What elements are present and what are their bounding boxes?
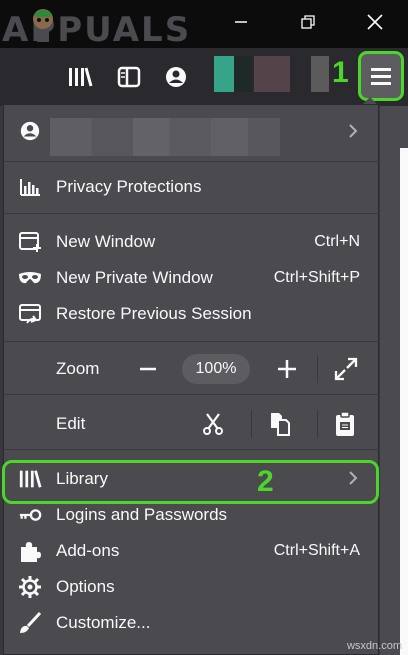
zoom-in-button[interactable]	[276, 357, 298, 386]
addons-item[interactable]: Add-ons Ctrl+Shift+A	[4, 533, 380, 569]
callout-number-1: 1	[332, 56, 349, 89]
privacy-protections-item[interactable]: Privacy Protections	[4, 169, 380, 205]
minus-icon	[140, 367, 156, 371]
gear-icon	[18, 575, 42, 599]
paintbrush-icon	[18, 611, 42, 635]
account-email-redacted	[50, 118, 280, 156]
close-button[interactable]	[352, 0, 398, 44]
shortcut-label: Ctrl+Shift+P	[273, 269, 360, 286]
open-menu-button[interactable]	[358, 51, 404, 101]
new-window-item[interactable]: New Window Ctrl+N	[4, 224, 380, 260]
restore-icon	[301, 15, 315, 29]
chart-icon	[18, 175, 42, 199]
addons-label: Add-ons	[56, 541, 120, 560]
fullscreen-icon	[334, 357, 358, 381]
shortcut-label: Ctrl+N	[314, 233, 360, 250]
cut-button[interactable]	[202, 412, 224, 441]
private-mask-icon	[18, 266, 42, 290]
shortcut-label: Ctrl+Shift+A	[273, 542, 360, 559]
extension-swatch	[234, 56, 252, 92]
paste-button[interactable]	[334, 411, 356, 442]
restore-session-label: Restore Previous Session	[56, 304, 252, 323]
puzzle-piece-icon	[18, 539, 42, 563]
clipboard-icon	[336, 411, 354, 436]
key-icon	[18, 503, 42, 527]
minimize-icon	[235, 21, 247, 23]
zoom-reset-button[interactable]: 100%	[182, 354, 250, 384]
hamburger-menu-icon	[371, 68, 391, 85]
customize-item[interactable]: Customize...	[4, 605, 380, 641]
new-private-window-label: New Private Window	[56, 268, 213, 287]
logins-passwords-label: Logins and Passwords	[56, 505, 228, 524]
restore-session-item[interactable]: Restore Previous Session	[4, 296, 380, 332]
sidebar-icon	[117, 66, 141, 88]
sidebar-button[interactable]	[115, 63, 143, 91]
close-icon	[367, 14, 383, 30]
account-icon	[18, 119, 42, 143]
options-highlight-annotation	[2, 460, 379, 504]
library-icon	[69, 67, 93, 87]
zoom-row: Zoom 100%	[4, 351, 380, 387]
zoom-out-button[interactable]	[138, 357, 158, 386]
page-scrollbar[interactable]	[380, 106, 408, 655]
copy-icon	[271, 413, 290, 436]
edit-row: Edit	[4, 406, 380, 442]
app-menu-panel: Privacy Protections New Window Ctrl+N Ne…	[3, 104, 380, 655]
customize-label: Customize...	[56, 613, 151, 632]
fullscreen-button[interactable]	[334, 357, 358, 386]
extension-swatch[interactable]	[254, 56, 290, 92]
callout-number-2: 2	[257, 465, 274, 498]
zoom-label: Zoom	[56, 359, 100, 378]
options-label: Options	[56, 577, 115, 596]
restore-session-icon	[18, 302, 42, 326]
extension-swatch[interactable]	[214, 56, 234, 92]
restore-button[interactable]	[285, 0, 331, 44]
account-icon	[166, 67, 186, 87]
account-button[interactable]	[162, 63, 190, 91]
options-item[interactable]: Options	[4, 569, 380, 605]
library-button[interactable]	[66, 63, 94, 91]
copy-button[interactable]	[268, 411, 292, 442]
new-window-icon	[18, 230, 42, 254]
minimize-button[interactable]	[218, 0, 264, 44]
new-private-window-item[interactable]: New Private Window Ctrl+Shift+P	[4, 260, 380, 296]
credit-text: wsxdn.com	[346, 640, 402, 652]
mascot-logo-icon	[33, 9, 53, 42]
privacy-protections-label: Privacy Protections	[56, 177, 202, 196]
account-row[interactable]	[4, 111, 380, 156]
scissors-icon	[203, 413, 223, 435]
edit-label: Edit	[56, 414, 86, 433]
plus-icon	[278, 360, 296, 378]
title-bar: APPUALS	[0, 0, 408, 50]
extension-swatch[interactable]	[311, 56, 329, 92]
chevron-right-icon	[348, 123, 358, 144]
new-window-label: New Window	[56, 232, 156, 251]
